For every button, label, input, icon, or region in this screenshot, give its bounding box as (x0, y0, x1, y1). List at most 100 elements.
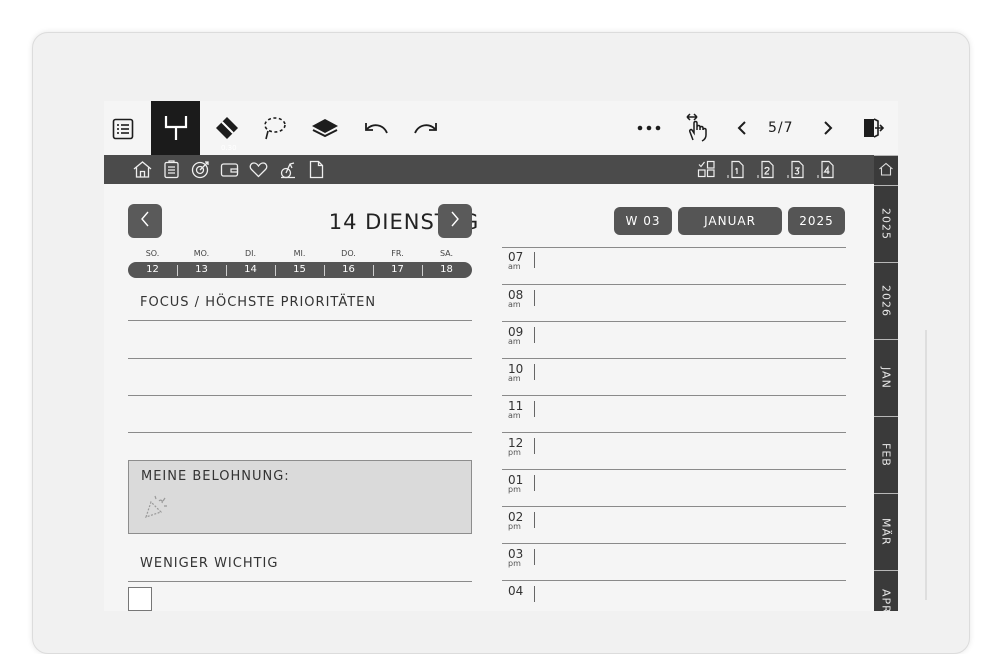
menu-icon[interactable] (110, 116, 136, 142)
hour-line[interactable] (502, 506, 846, 507)
weekday-label: DI. (244, 249, 257, 258)
tab-label: 2026 (879, 285, 893, 317)
hour-line[interactable] (502, 284, 846, 285)
weekday-label: SO. (145, 249, 160, 258)
tab-label: JAN (879, 367, 893, 389)
divider (534, 327, 535, 343)
divider (534, 364, 535, 380)
hour-line[interactable] (502, 395, 846, 396)
pen-size-label: 0.30 (221, 144, 237, 152)
task-checkbox[interactable] (128, 587, 152, 611)
hour-line[interactable] (502, 543, 846, 544)
home-icon (878, 161, 894, 180)
year-badge[interactable]: 2025 (788, 207, 845, 235)
page-2-icon[interactable] (756, 159, 777, 180)
grid-icon[interactable] (696, 159, 717, 180)
weekday-label: MI. (293, 249, 306, 258)
tab-feb[interactable]: FEB (874, 416, 898, 493)
divider (534, 290, 535, 306)
focus-heading: FOCUS / HÖCHSTE PRIORITÄTEN (140, 295, 377, 310)
eraser-icon[interactable] (212, 113, 242, 143)
navigation-tabs: 2025 2026 JAN FEB MÄR APR (874, 155, 898, 611)
toolbar: 0.30 5/7 (104, 101, 898, 155)
reward-heading: MEINE BELOHNUNG: (141, 469, 290, 484)
page-indicator: 5/7 (768, 120, 794, 136)
undo-icon[interactable] (361, 115, 391, 141)
date-link[interactable]: 17 (373, 262, 422, 278)
year-label: 2025 (799, 214, 834, 228)
chevron-left-icon (140, 210, 150, 232)
date-link[interactable]: 13 (177, 262, 226, 278)
week-dates: 12 13 14 15 16 17 18 (128, 262, 472, 278)
pen-button[interactable]: 0.30 (151, 101, 237, 155)
weekday-label: FR. (391, 249, 404, 258)
focus-line[interactable] (128, 432, 472, 433)
next-page-icon[interactable] (818, 118, 838, 138)
tab-label: FEB (879, 443, 893, 467)
tab-2025[interactable]: 2025 (874, 185, 898, 262)
prev-day-button[interactable] (128, 204, 162, 238)
page-4-icon[interactable] (816, 159, 837, 180)
divider (534, 512, 535, 528)
hour-line[interactable] (502, 469, 846, 470)
layers-icon[interactable] (309, 113, 341, 143)
month-label: JANUAR (704, 214, 756, 228)
more-icon[interactable] (634, 119, 664, 137)
date-link[interactable]: 15 (275, 262, 324, 278)
week-strip: SO. MO. DI. MI. DO. FR. SA. 12 13 14 15 … (128, 249, 472, 281)
weekday-label: SA. (439, 249, 454, 258)
scroll-rail (925, 330, 927, 600)
pen-icon (163, 113, 189, 143)
divider (534, 252, 535, 268)
hour-line[interactable] (502, 432, 846, 433)
tab-label: 2025 (879, 208, 893, 240)
weekday-label: MO. (193, 249, 210, 258)
day-title: 14 DIENSTAG (328, 210, 480, 234)
tab-label: MÄR (879, 518, 893, 546)
page-1-icon[interactable] (726, 159, 747, 180)
hour-line[interactable] (502, 580, 846, 581)
divider (534, 475, 535, 491)
divider (502, 247, 846, 248)
lasso-icon[interactable] (259, 113, 289, 143)
page-3-icon[interactable] (786, 159, 807, 180)
party-popper-icon (143, 492, 171, 524)
date-link[interactable]: 18 (422, 262, 471, 278)
reward-box[interactable]: MEINE BELOHNUNG: (128, 460, 472, 534)
weekday-label: DO. (341, 249, 356, 258)
home-icon[interactable] (132, 159, 153, 180)
next-day-button[interactable] (438, 204, 472, 238)
week-label: W 03 (625, 214, 661, 228)
tab-maer[interactable]: MÄR (874, 493, 898, 570)
hour-line[interactable] (502, 321, 846, 322)
wallet-icon[interactable] (219, 159, 240, 180)
date-link[interactable]: 12 (128, 262, 177, 278)
page-icon[interactable] (306, 159, 327, 180)
redo-icon[interactable] (411, 115, 441, 141)
tab-home[interactable] (874, 155, 898, 185)
divider (128, 581, 472, 582)
hour-line[interactable] (502, 358, 846, 359)
tab-2026[interactable]: 2026 (874, 262, 898, 339)
focus-line[interactable] (128, 395, 472, 396)
target-icon[interactable] (190, 159, 211, 180)
focus-line[interactable] (128, 358, 472, 359)
week-badge[interactable]: W 03 (614, 207, 672, 235)
divider (128, 320, 472, 321)
divider (534, 438, 535, 454)
divider (534, 549, 535, 565)
tab-apr[interactable]: APR (874, 570, 898, 611)
prev-page-icon[interactable] (732, 118, 752, 138)
divider (534, 401, 535, 417)
exit-icon[interactable] (860, 115, 886, 141)
heart-icon[interactable] (248, 159, 269, 180)
date-link[interactable]: 14 (226, 262, 275, 278)
clipboard-icon[interactable] (161, 159, 182, 180)
less-important-heading: WENIGER WICHTIG (140, 556, 279, 571)
touch-swipe-icon[interactable] (682, 111, 714, 145)
date-link[interactable]: 16 (324, 262, 373, 278)
tablet-screen: 0.30 5/7 2025 2026 JAN FEB MÄR APR 14 DI… (104, 101, 898, 611)
month-badge[interactable]: JANUAR (678, 207, 782, 235)
bike-icon[interactable] (277, 159, 298, 180)
tab-jan[interactable]: JAN (874, 339, 898, 416)
